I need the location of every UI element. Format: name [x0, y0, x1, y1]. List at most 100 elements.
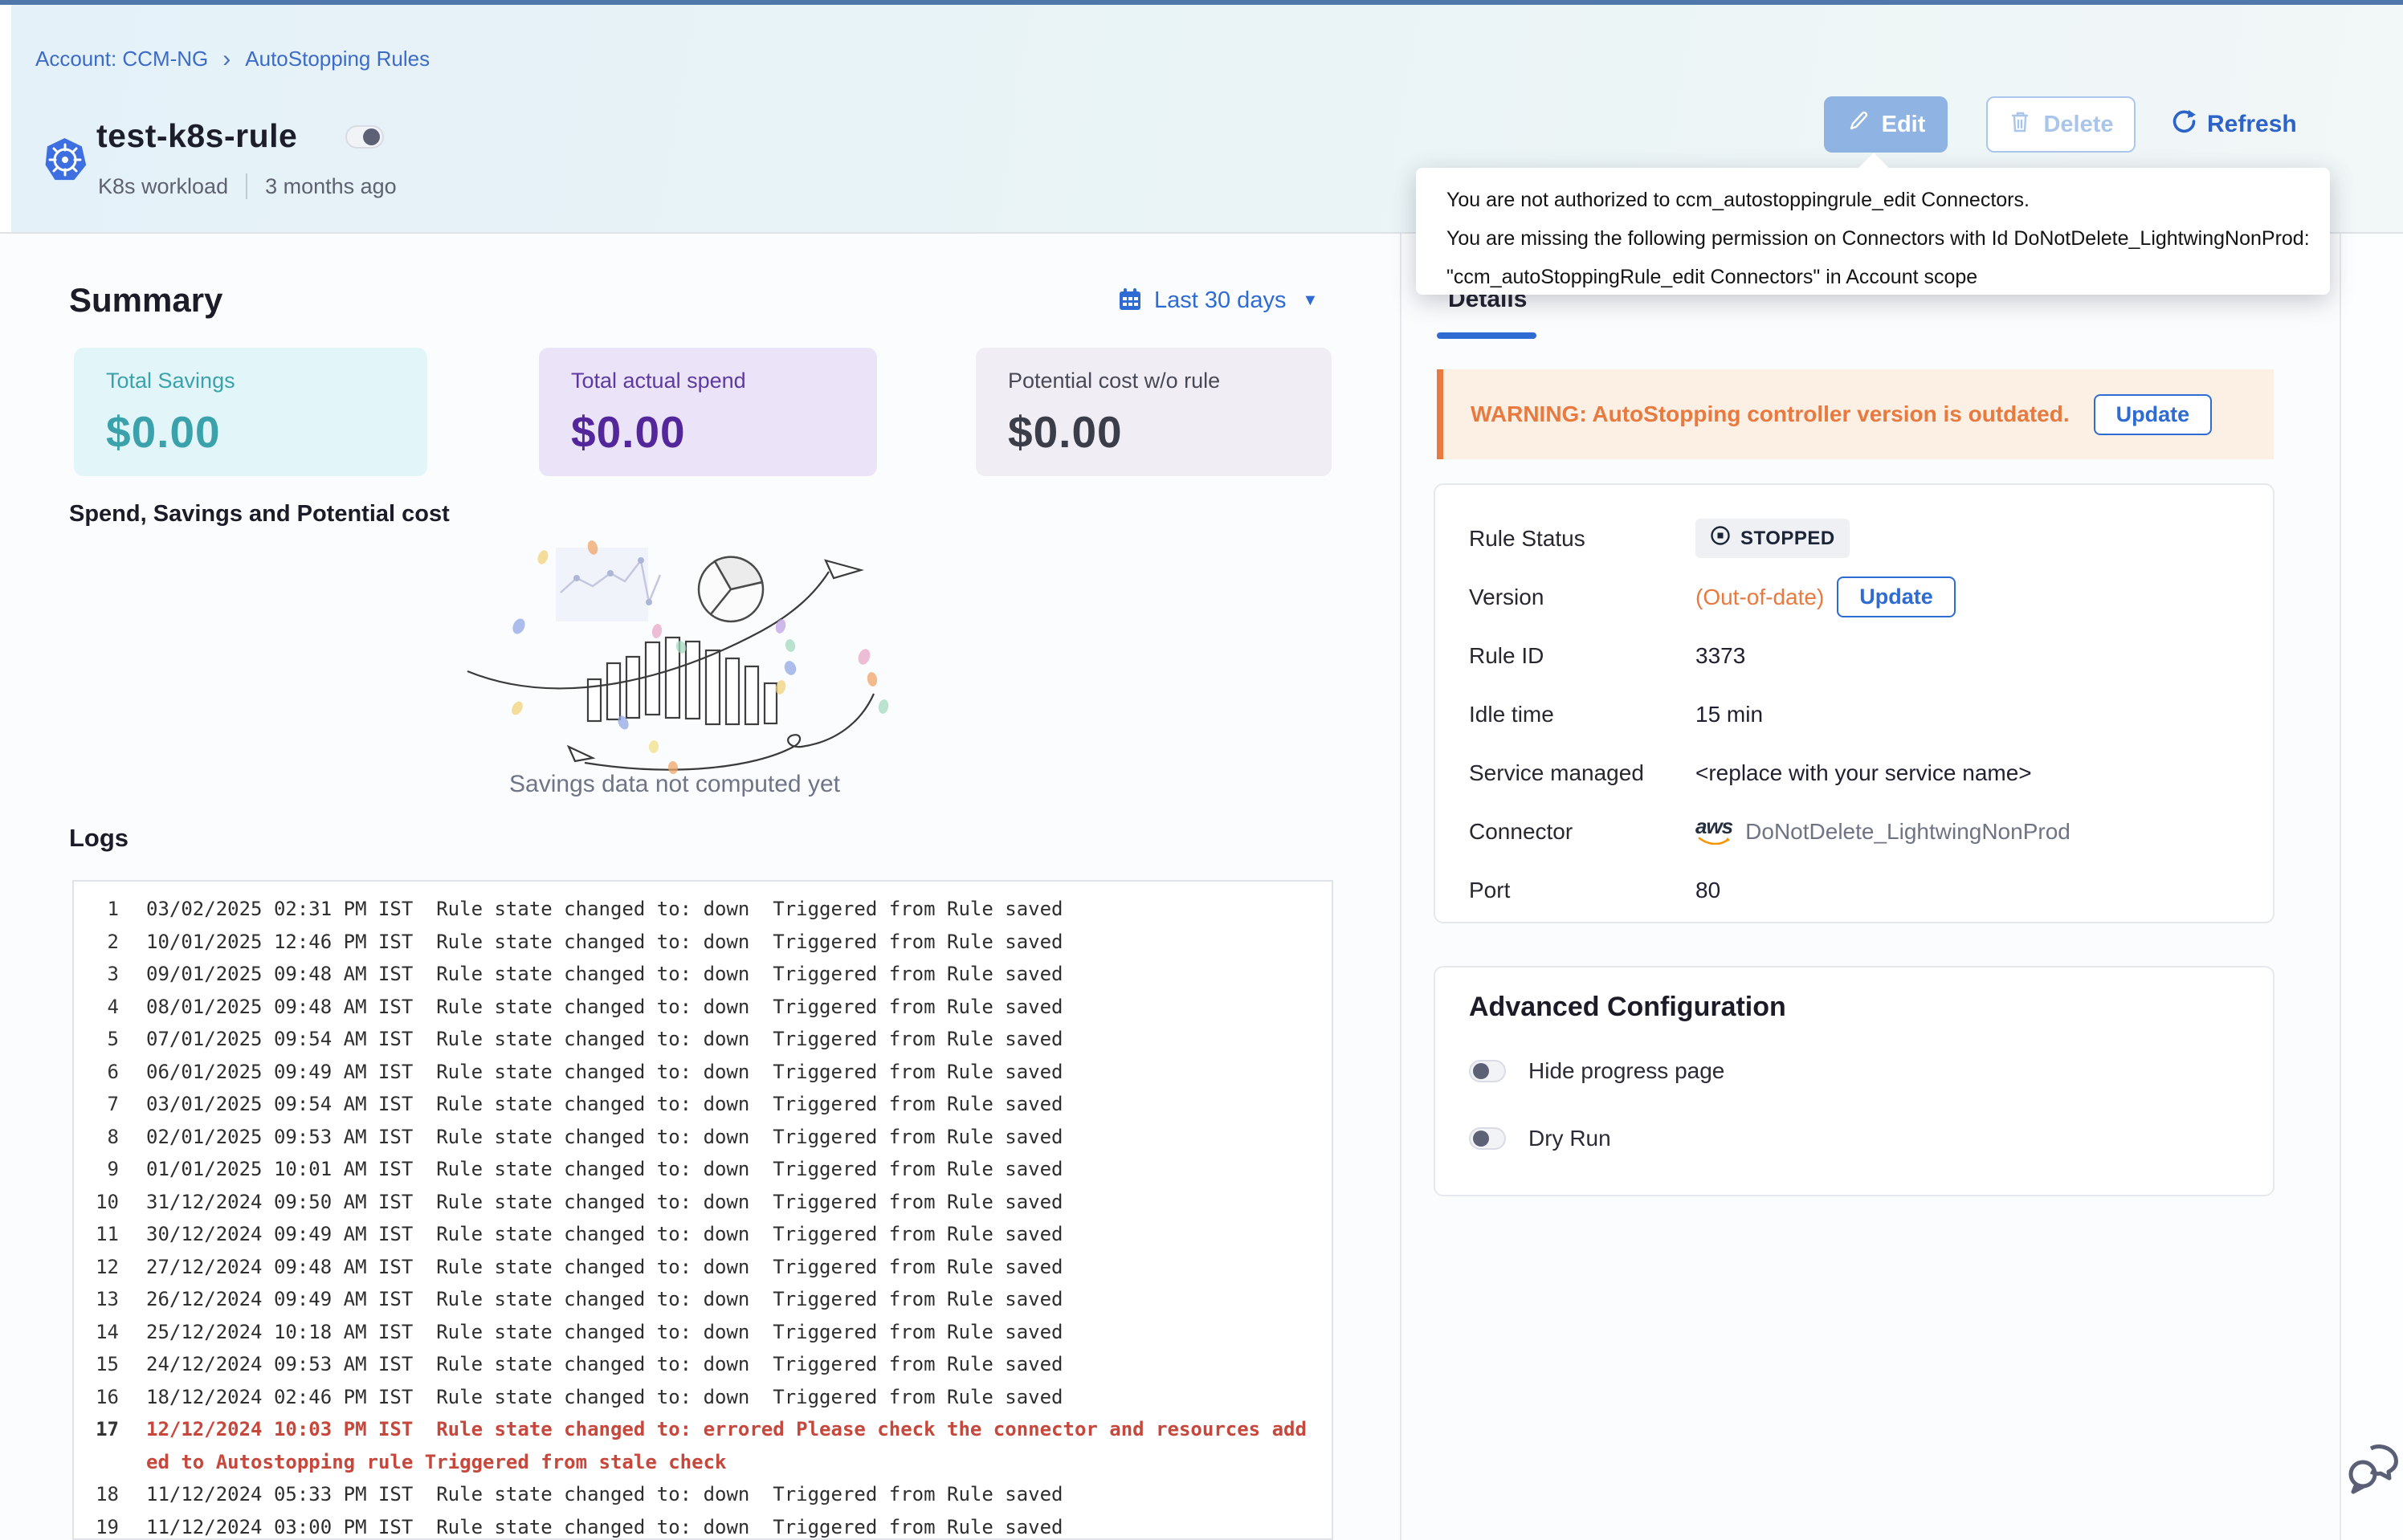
log-line: 6 06/01/2025 09:49 AM IST Rule state cha…: [74, 1056, 1332, 1089]
rule-status-row: Rule Status STOPPED: [1469, 509, 2273, 568]
log-line-text: 06/01/2025 09:49 AM IST Rule state chang…: [146, 1056, 1312, 1089]
log-line-number: 18: [74, 1478, 119, 1511]
log-line-number: 5: [74, 1023, 119, 1056]
calendar-icon: [1117, 287, 1143, 315]
breadcrumb-page-link[interactable]: AutoStopping Rules: [245, 47, 430, 71]
log-line: 2 10/01/2025 12:46 PM IST Rule state cha…: [74, 926, 1332, 959]
subtitle-divider: [246, 173, 247, 199]
log-line-text: 27/12/2024 09:48 AM IST Rule state chang…: [146, 1251, 1312, 1284]
autostopping-rule-page: Account: CCM-NG › AutoStopping Rules: [0, 0, 2403, 1540]
log-line: 3 09/01/2025 09:48 AM IST Rule state cha…: [74, 958, 1332, 991]
left-gutter: [0, 5, 11, 232]
chevron-down-icon: ▼: [1302, 291, 1318, 310]
chat-widget-icon[interactable]: [2342, 1442, 2403, 1504]
refresh-button[interactable]: Refresh: [2165, 106, 2302, 143]
date-range-selector[interactable]: Last 30 days ▼: [1112, 286, 1323, 316]
rule-enable-toggle[interactable]: [345, 125, 384, 149]
log-line: 14 25/12/2024 10:18 AM IST Rule state ch…: [74, 1316, 1332, 1349]
log-line-number: 15: [74, 1348, 119, 1381]
card-label: Total actual spend: [571, 369, 877, 393]
version-update-button[interactable]: Update: [1837, 576, 1956, 617]
log-line-number: 8: [74, 1121, 119, 1154]
aws-logo-icon: aws: [1695, 816, 1732, 845]
toggle-knob: [363, 128, 380, 145]
log-line: 12 27/12/2024 09:48 AM IST Rule state ch…: [74, 1251, 1332, 1284]
log-line-text: 10/01/2025 12:46 PM IST Rule state chang…: [146, 926, 1312, 959]
tooltip-line-1: You are not authorized to ccm_autostoppi…: [1446, 181, 2330, 219]
card-label: Potential cost w/o rule: [1008, 369, 1332, 393]
log-line-text: 01/01/2025 10:01 AM IST Rule state chang…: [146, 1153, 1312, 1186]
log-line-number: 1: [74, 893, 119, 926]
page-title: test-k8s-rule: [96, 117, 297, 155]
warning-update-button[interactable]: Update: [2094, 394, 2213, 435]
advanced-configuration-card: Advanced Configuration Hide progress pag…: [1434, 966, 2274, 1196]
log-line-number: 3: [74, 958, 119, 991]
toggle-knob: [1473, 1063, 1489, 1079]
log-line-text: 26/12/2024 09:49 AM IST Rule state chang…: [146, 1283, 1312, 1316]
log-line: 9 01/01/2025 10:01 AM IST Rule state cha…: [74, 1153, 1332, 1186]
refresh-icon: [2170, 108, 2197, 141]
service-managed-row: Service managed <replace with your servi…: [1469, 744, 2273, 802]
log-line-number: 6: [74, 1056, 119, 1089]
card-value: $0.00: [106, 406, 427, 458]
log-line-text: 08/01/2025 09:48 AM IST Rule state chang…: [146, 991, 1312, 1024]
kubernetes-icon: [42, 136, 88, 187]
stopped-icon: [1710, 525, 1731, 552]
hide-progress-row: Hide progress page: [1469, 1058, 2273, 1084]
log-line: 18 11/12/2024 05:33 PM IST Rule state ch…: [74, 1478, 1332, 1511]
dry-run-toggle[interactable]: [1469, 1127, 1506, 1150]
delete-button[interactable]: Delete: [1986, 96, 2136, 153]
breadcrumb-account-link[interactable]: Account: CCM-NG: [35, 47, 208, 71]
hide-progress-toggle[interactable]: [1469, 1060, 1506, 1082]
log-line-number: 16: [74, 1381, 119, 1414]
total-actual-spend-card: Total actual spend $0.00: [539, 348, 877, 476]
log-line-text: 02/01/2025 09:53 AM IST Rule state chang…: [146, 1121, 1312, 1154]
version-row: Version (Out-of-date) Update: [1469, 568, 2273, 626]
toggle-knob: [1473, 1131, 1489, 1147]
connector-row: Connector aws DoNotDelete_LightwingNonPr…: [1469, 802, 2273, 861]
advanced-configuration-heading: Advanced Configuration: [1435, 968, 2273, 1023]
log-line-text: 11/12/2024 05:33 PM IST Rule state chang…: [146, 1478, 1312, 1511]
edit-button[interactable]: Edit: [1824, 96, 1948, 153]
tooltip-line-2: You are missing the following permission…: [1446, 219, 2330, 258]
log-line: 17 12/12/2024 10:03 PM IST Rule state ch…: [74, 1413, 1332, 1478]
log-line-number: 13: [74, 1283, 119, 1316]
log-line-number: 9: [74, 1153, 119, 1186]
port-row: Port 80: [1469, 861, 2273, 919]
log-line-number: 4: [74, 991, 119, 1024]
log-line-number: 12: [74, 1251, 119, 1284]
log-line-number: 19: [74, 1511, 119, 1540]
log-line-text: 09/01/2025 09:48 AM IST Rule state chang…: [146, 958, 1312, 991]
chart-section-title: Spend, Savings and Potential cost: [69, 501, 450, 528]
dry-run-row: Dry Run: [1469, 1126, 2273, 1151]
log-line-text: 30/12/2024 09:49 AM IST Rule state chang…: [146, 1218, 1312, 1251]
right-gutter: [2340, 234, 2403, 1540]
log-line: 5 07/01/2025 09:54 AM IST Rule state cha…: [74, 1023, 1332, 1056]
card-value: $0.00: [571, 406, 877, 458]
workload-type-label: K8s workload: [98, 174, 228, 199]
log-line-number: 11: [74, 1218, 119, 1251]
last-updated-label: 3 months ago: [265, 174, 397, 199]
summary-heading: Summary: [69, 281, 222, 320]
breadcrumb-separator-icon: ›: [222, 49, 231, 70]
log-line-text: 12/12/2024 10:03 PM IST Rule state chang…: [146, 1413, 1312, 1478]
empty-chart-illustration: [466, 536, 916, 781]
status-badge: STOPPED: [1695, 519, 1850, 558]
empty-chart-caption: Savings data not computed yet: [273, 771, 1076, 798]
permission-tooltip: You are not authorized to ccm_autostoppi…: [1416, 168, 2330, 295]
logs-console[interactable]: 1 03/02/2025 02:31 PM IST Rule state cha…: [72, 880, 1333, 1540]
log-line-text: 18/12/2024 02:46 PM IST Rule state chang…: [146, 1381, 1312, 1414]
log-line-text: 07/01/2025 09:54 AM IST Rule state chang…: [146, 1023, 1312, 1056]
log-line-number: 2: [74, 926, 119, 959]
log-line: 19 11/12/2024 03:00 PM IST Rule state ch…: [74, 1511, 1332, 1540]
log-line: 8 02/01/2025 09:53 AM IST Rule state cha…: [74, 1121, 1332, 1154]
log-line-number: 17: [74, 1413, 119, 1478]
version-status: (Out-of-date): [1695, 585, 1824, 610]
trash-icon: [2008, 108, 2032, 141]
log-line-text: 25/12/2024 10:18 AM IST Rule state chang…: [146, 1316, 1312, 1349]
log-line-number: 7: [74, 1088, 119, 1121]
tooltip-line-3: "ccm_autoStoppingRule_edit Connectors" i…: [1446, 258, 2330, 296]
potential-cost-card: Potential cost w/o rule $0.00: [976, 348, 1332, 476]
log-line-text: 03/01/2025 09:54 AM IST Rule state chang…: [146, 1088, 1312, 1121]
log-line: 10 31/12/2024 09:50 AM IST Rule state ch…: [74, 1186, 1332, 1219]
